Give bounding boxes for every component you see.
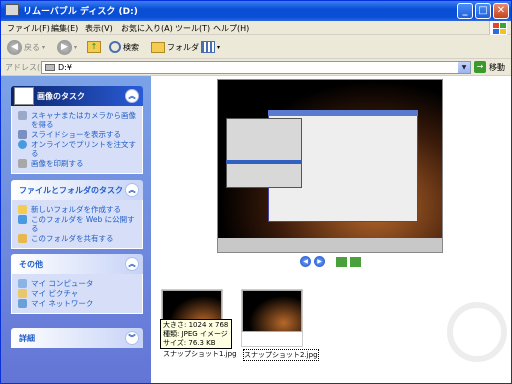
task-new-folder[interactable]: 新しいフォルダを作成する <box>18 205 136 214</box>
file-label-1[interactable]: スナップショット1.jpg <box>163 349 237 359</box>
previous-image-button[interactable]: ◀ <box>300 256 311 267</box>
up-folder-icon: ↑ <box>87 41 101 53</box>
menu-favorites[interactable]: お気に入り(A) <box>121 23 173 34</box>
collapse-chevron-icon[interactable]: ︽ <box>125 257 139 271</box>
menu-file[interactable]: ファイル(F) <box>7 23 50 34</box>
views-button[interactable]: ▾ <box>201 38 220 56</box>
forward-arrow-icon: ▶ <box>57 39 72 55</box>
scanner-icon <box>18 111 27 120</box>
menu-view[interactable]: 表示(V) <box>85 23 113 34</box>
task-pane: 画像のタスク ︽ スキャナまたはカメラから画像を得る スライドショーを表示する … <box>1 76 151 383</box>
expand-chevron-icon[interactable]: ︾ <box>125 331 139 345</box>
address-input[interactable]: D:¥ ▼ <box>41 61 471 74</box>
close-button[interactable]: ✕ <box>493 3 509 19</box>
tooltip-filesize: サイズ: 76.3 KB <box>163 339 216 347</box>
printer-icon <box>18 159 27 168</box>
network-icon <box>18 299 27 308</box>
address-dropdown-button[interactable]: ▼ <box>458 62 470 73</box>
share-folder-icon <box>18 234 27 243</box>
rotate-cw-button[interactable] <box>336 257 347 267</box>
globe-icon <box>18 140 27 149</box>
task-print[interactable]: 画像を印刷する <box>18 159 136 168</box>
details-header[interactable]: 詳細 ︾ <box>11 328 143 348</box>
details-panel: 詳細 ︾ <box>11 328 143 348</box>
explorer-window: リムーバブル ディスク (D:) _ □ ✕ ファイル(F) 編集(E) 表示(… <box>0 0 512 384</box>
other-places-panel: その他 ︽ マイ コンピュータ マイ ピクチャ マイ ネットワーク <box>11 254 143 314</box>
menu-tools[interactable]: ツール(T) <box>175 23 210 34</box>
menu-bar: ファイル(F) 編集(E) 表示(V) お気に入り(A) ツール(T) ヘルプ(… <box>1 21 511 35</box>
image-tasks-panel: 画像のタスク ︽ スキャナまたはカメラから画像を得る スライドショーを表示する … <box>11 86 143 174</box>
views-icon <box>201 41 215 53</box>
back-button[interactable]: ◀ 戻る ▾ <box>7 38 45 56</box>
mypictures-watermark-icon <box>447 302 507 362</box>
tooltip-type: 種類: JPEG イメージ <box>163 330 228 338</box>
toolbar: ◀ 戻る ▾ ▶ ▾ ↑ 検索 フォルダ ▾ <box>1 35 511 59</box>
windows-logo-icon <box>489 21 507 35</box>
tooltip-dimensions: 大きさ: 1024 x 768 <box>163 321 229 329</box>
task-scan[interactable]: スキャナまたはカメラから画像を得る <box>18 111 136 129</box>
minimize-button[interactable]: _ <box>457 3 473 19</box>
drive-small-icon <box>45 64 55 71</box>
link-my-computer[interactable]: マイ コンピュータ <box>18 279 136 288</box>
file-label-2[interactable]: スナップショット2.jpg <box>243 349 319 361</box>
back-arrow-icon: ◀ <box>7 39 22 55</box>
search-icon <box>109 41 121 53</box>
other-places-header[interactable]: その他 ︽ <box>11 254 143 274</box>
filmstrip-preview-image <box>217 79 443 253</box>
collapse-chevron-icon[interactable]: ︽ <box>125 89 139 103</box>
next-image-button[interactable]: ▶ <box>314 256 325 267</box>
drive-icon <box>5 4 19 16</box>
title-bar[interactable]: リムーバブル ディスク (D:) _ □ ✕ <box>1 1 511 21</box>
link-my-network[interactable]: マイ ネットワーク <box>18 299 136 308</box>
thumbnail-image <box>242 290 302 332</box>
image-tasks-header[interactable]: 画像のタスク ︽ <box>11 86 143 106</box>
up-folder-button[interactable]: ↑ <box>87 38 101 56</box>
task-share-folder[interactable]: このフォルダを共有する <box>18 234 136 243</box>
task-order-prints[interactable]: オンラインでプリントを注文する <box>18 140 136 158</box>
pictures-folder-icon <box>18 289 27 298</box>
computer-icon <box>18 279 27 288</box>
folder-icon <box>151 41 165 53</box>
web-publish-icon <box>18 215 27 224</box>
maximize-button[interactable]: □ <box>475 3 491 19</box>
thumbnail-2[interactable] <box>241 289 303 347</box>
folders-button[interactable]: フォルダ <box>151 38 199 56</box>
search-button[interactable]: 検索 <box>109 38 139 56</box>
task-slideshow[interactable]: スライドショーを表示する <box>18 130 136 139</box>
slideshow-icon <box>18 130 27 139</box>
picture-icon <box>14 87 34 105</box>
rotate-ccw-button[interactable] <box>350 257 361 267</box>
collapse-chevron-icon[interactable]: ︽ <box>125 183 139 197</box>
menu-help[interactable]: ヘルプ(H) <box>213 23 249 34</box>
link-my-pictures[interactable]: マイ ピクチャ <box>18 289 136 298</box>
file-info-tooltip: 大きさ: 1024 x 768 種類: JPEG イメージ サイズ: 76.3 … <box>160 319 232 349</box>
task-publish-web[interactable]: このフォルダを Web に公開する <box>18 215 136 233</box>
window-title: リムーバブル ディスク (D:) <box>23 7 138 17</box>
menu-edit[interactable]: 編集(E) <box>51 23 78 34</box>
file-tasks-header[interactable]: ファイルとフォルダのタスク ︽ <box>11 180 143 200</box>
go-button[interactable]: → 移動 <box>474 61 505 73</box>
go-arrow-icon: → <box>474 61 486 73</box>
file-tasks-panel: ファイルとフォルダのタスク ︽ 新しいフォルダを作成する このフォルダを Web… <box>11 180 143 249</box>
forward-button[interactable]: ▶ ▾ <box>57 38 77 56</box>
address-bar: アドレス(D) D:¥ ▼ → 移動 <box>1 59 511 76</box>
new-folder-icon <box>18 205 27 214</box>
